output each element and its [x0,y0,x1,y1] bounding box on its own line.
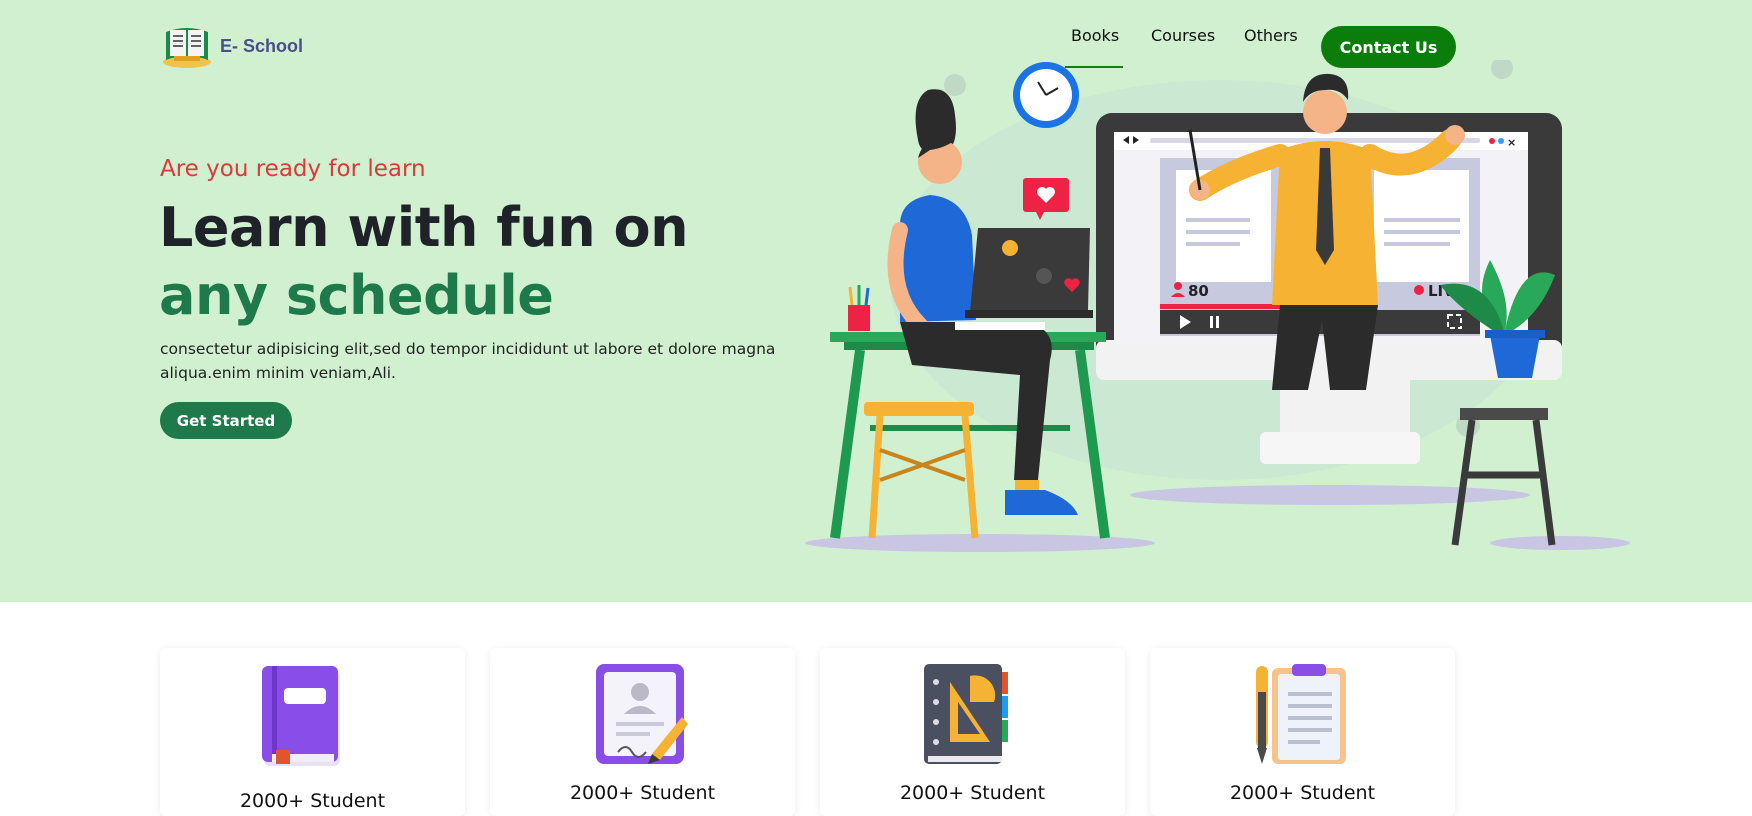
stat-card[interactable]: 2000+ Student [820,648,1125,816]
get-started-button[interactable]: Get Started [160,402,292,439]
stat-card[interactable]: 2000+ Student [490,648,795,816]
certificate-icon [596,664,688,764]
nav-others[interactable]: Others [1244,26,1298,45]
stat-card[interactable]: 2000+ Student [1150,648,1455,816]
hero-description: consectetur adipisicing elit,sed do temp… [160,340,776,382]
hero-section: E- School Books Courses Others Contact U… [0,0,1752,602]
book-icon [262,666,340,766]
hero-title-line2: any schedule [159,264,554,327]
logo-text: E- School [220,35,304,56]
hero-title-line1: Learn with fun on [159,196,689,259]
notebook-icon [924,664,1008,764]
stat-card-label: 2000+ Student [239,790,386,812]
stat-card[interactable]: 2000+ Student [160,648,465,816]
clipboard-icon [1256,664,1346,764]
svg-text:×: × [1507,136,1516,149]
nav-books[interactable]: Books [1071,26,1119,45]
book-logo-icon [163,28,211,68]
svg-text:80: 80 [1188,282,1209,300]
stat-card-label: 2000+ Student [1229,782,1376,804]
stat-card-label: 2000+ Student [899,782,1046,804]
clock-icon [1013,62,1079,128]
logo[interactable]: E- School [160,22,303,70]
hero-subtitle: Are you ready for learn [160,156,426,182]
nav-courses[interactable]: Courses [1151,26,1215,45]
stat-card-label: 2000+ Student [569,782,716,804]
hero-illustration: × 80 LIVE [805,60,1630,552]
